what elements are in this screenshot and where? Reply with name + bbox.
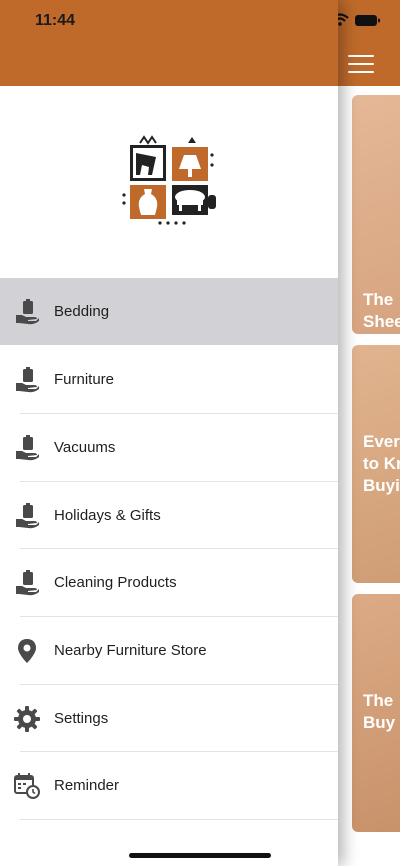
menu-item-bedding[interactable]: Bedding	[0, 278, 338, 345]
menu-item-cleaning-products[interactable]: Cleaning Products	[0, 549, 338, 616]
menu-item-label: Settings	[54, 710, 109, 727]
status-icons	[330, 12, 390, 30]
menu-item-nearby-store[interactable]: Nearby Furniture Store	[0, 617, 338, 684]
menu-item-label: Vacuums	[54, 439, 116, 456]
article-card[interactable]: The Shee	[352, 95, 400, 334]
article-card[interactable]: The Buy	[352, 594, 400, 832]
menu-item-holidays-gifts[interactable]: Holidays & Gifts	[0, 482, 338, 549]
menu-item-settings[interactable]: Settings	[0, 685, 338, 752]
article-card-title: Ever to Kr Buyi	[363, 432, 400, 495]
gear-icon	[14, 706, 40, 732]
navigation-drawer: 11:44 Bedding Furniture Vacuums Holidays…	[0, 0, 338, 866]
home-indicator	[129, 853, 271, 858]
divider	[20, 819, 338, 820]
hand-holding-bag-icon	[16, 367, 39, 393]
menu-item-vacuums[interactable]: Vacuums	[0, 414, 338, 481]
article-card-title: The Shee	[363, 290, 400, 331]
hand-holding-bag-icon	[16, 503, 39, 529]
menu-item-reminder[interactable]: Reminder	[0, 752, 338, 819]
menu-item-label: Bedding	[54, 303, 110, 320]
drawer-header: 11:44	[0, 0, 338, 86]
article-card[interactable]: Ever to Kr Buyi	[352, 345, 400, 583]
hand-holding-bag-icon	[16, 570, 39, 596]
menu-item-furniture[interactable]: Furniture	[0, 346, 338, 413]
calendar-clock-icon	[14, 773, 40, 799]
menu-item-label: Reminder	[54, 777, 120, 794]
hand-holding-bag-icon	[16, 435, 39, 461]
article-card-title: The Buy	[363, 691, 396, 732]
status-time: 11:44	[35, 12, 76, 29]
menu-item-label: Cleaning Products	[54, 574, 177, 591]
map-pin-icon	[18, 639, 36, 663]
menu-item-label: Nearby Furniture Store	[54, 642, 207, 659]
hamburger-menu-icon[interactable]	[348, 55, 374, 73]
menu-item-label: Holidays & Gifts	[54, 507, 161, 524]
brand-logo	[122, 135, 216, 225]
wifi-battery-icon	[331, 13, 380, 26]
hand-holding-bag-icon	[16, 299, 39, 325]
menu-item-label: Furniture	[54, 371, 115, 388]
